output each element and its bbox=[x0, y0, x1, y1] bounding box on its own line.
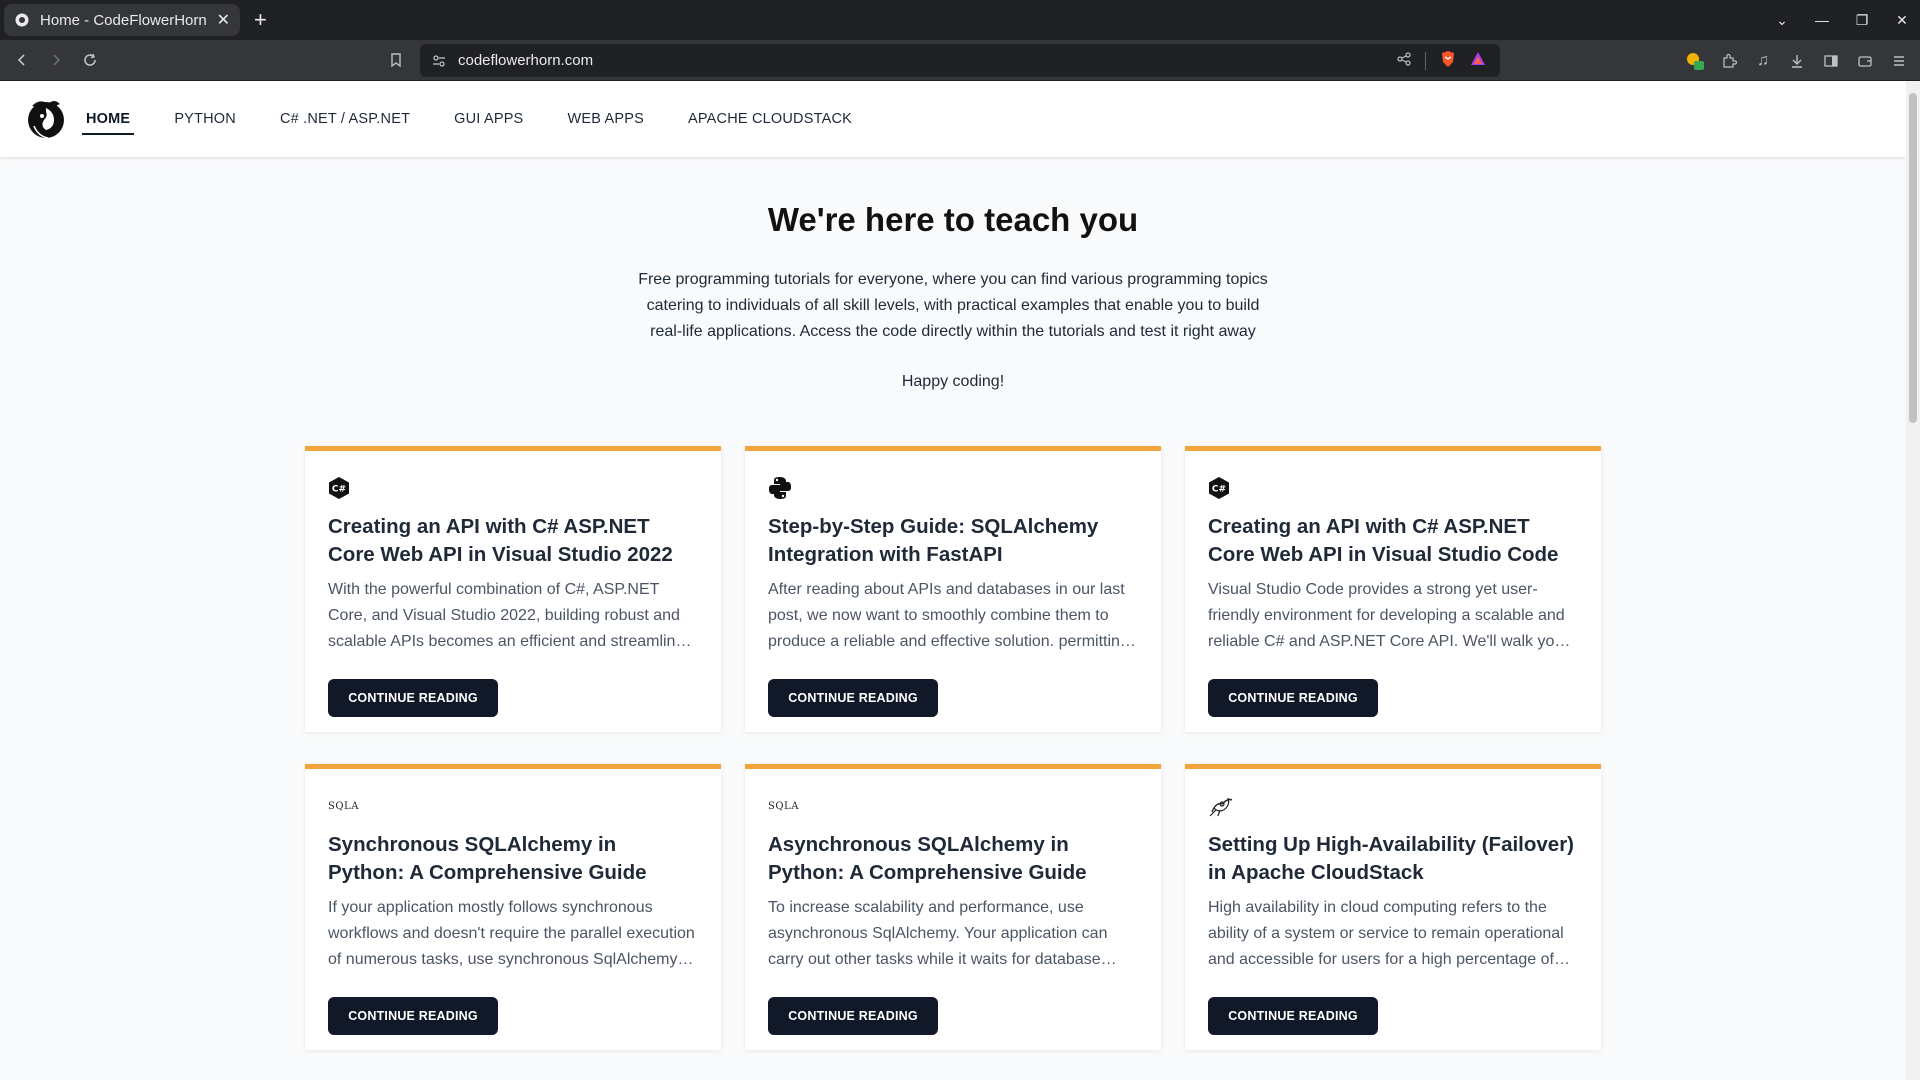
restore-icon[interactable]: ❐ bbox=[1854, 12, 1870, 29]
article-card: SQLA Asynchronous SQLAlchemy in Python: … bbox=[745, 764, 1161, 1050]
continue-reading-button[interactable]: CONTINUE READING bbox=[1208, 997, 1378, 1035]
article-title[interactable]: Creating an API with C# ASP.NET Core Web… bbox=[328, 513, 698, 569]
python-icon bbox=[768, 475, 794, 501]
csharp-icon: C# bbox=[1208, 475, 1234, 501]
extension-icons: ♫ bbox=[1686, 40, 1908, 81]
cloudstack-icon bbox=[1208, 793, 1234, 819]
page-title: We're here to teach you bbox=[767, 201, 1139, 238]
article-excerpt: With the powerful combination of C#, ASP… bbox=[328, 581, 692, 650]
share-icon[interactable] bbox=[1397, 51, 1411, 70]
extensions-puzzle-icon[interactable] bbox=[1720, 52, 1738, 70]
window-controls: ⌄ — ❐ ✕ bbox=[1774, 0, 1910, 40]
article-grid: C# Creating an API with C# ASP.NET Core … bbox=[305, 446, 1601, 1050]
tab-search-icon[interactable]: ⌄ bbox=[1774, 12, 1790, 29]
continue-reading-button[interactable]: CONTINUE READING bbox=[1208, 679, 1378, 717]
svg-text:C#: C# bbox=[1212, 485, 1226, 495]
nav-gui-apps[interactable]: GUI APPS bbox=[450, 103, 527, 135]
sqlalchemy-logo-text: SQLA bbox=[768, 800, 799, 812]
continue-reading-button[interactable]: CONTINUE READING bbox=[328, 997, 498, 1035]
reload-icon[interactable] bbox=[74, 44, 106, 76]
continue-reading-button[interactable]: CONTINUE READING bbox=[768, 679, 938, 717]
scrollbar-thumb[interactable] bbox=[1909, 93, 1917, 423]
extension-badge-icon[interactable] bbox=[1686, 52, 1704, 70]
hero-intro: Free programming tutorials for everyone,… bbox=[638, 271, 1268, 340]
article-title[interactable]: Synchronous SQLAlchemy in Python: A Comp… bbox=[328, 831, 698, 887]
menu-icon[interactable] bbox=[1890, 52, 1908, 70]
browser-toolbar: codeflowerhorn.com ♫ bbox=[0, 40, 1920, 81]
sqlalchemy-icon: SQLA bbox=[768, 793, 798, 819]
sqlalchemy-icon: SQLA bbox=[328, 793, 358, 819]
site-favicon-icon bbox=[14, 12, 30, 28]
browser-tab[interactable]: Home - CodeFlowerHorn ✕ bbox=[4, 4, 240, 36]
article-excerpt: To increase scalability and performance,… bbox=[768, 899, 1117, 968]
article-title[interactable]: Setting Up High-Availability (Failover) … bbox=[1208, 831, 1578, 887]
brave-rewards-icon[interactable] bbox=[1470, 51, 1486, 71]
sidebar-toggle-icon[interactable] bbox=[1822, 52, 1840, 70]
article-excerpt: After reading about APIs and databases i… bbox=[768, 581, 1136, 650]
article-excerpt: High availability in cloud computing ref… bbox=[1208, 899, 1570, 968]
nav-home[interactable]: HOME bbox=[82, 103, 135, 135]
new-tab-icon[interactable]: + bbox=[254, 9, 267, 31]
continue-reading-button[interactable]: CONTINUE READING bbox=[328, 679, 498, 717]
omnibox-divider bbox=[1425, 51, 1426, 70]
hero-tagline: Happy coding! bbox=[901, 373, 1005, 390]
media-controls-icon[interactable]: ♫ bbox=[1754, 52, 1772, 70]
article-title[interactable]: Asynchronous SQLAlchemy in Python: A Com… bbox=[768, 831, 1138, 887]
page-viewport: HOME PYTHON C# .NET / ASP.NET GUI APPS W… bbox=[0, 81, 1906, 1080]
article-card: C# Creating an API with C# ASP.NET Core … bbox=[1185, 446, 1601, 732]
minimize-icon[interactable]: — bbox=[1814, 12, 1830, 28]
article-card: SQLA Synchronous SQLAlchemy in Python: A… bbox=[305, 764, 721, 1050]
address-bar[interactable]: codeflowerhorn.com bbox=[420, 44, 1500, 77]
close-window-icon[interactable]: ✕ bbox=[1894, 12, 1910, 29]
back-icon[interactable] bbox=[6, 44, 38, 76]
brave-shields-icon[interactable] bbox=[1440, 50, 1456, 72]
sqlalchemy-logo-text: SQLA bbox=[328, 800, 359, 812]
article-excerpt: Visual Studio Code provides a strong yet… bbox=[1208, 581, 1571, 650]
tab-title: Home - CodeFlowerHorn bbox=[40, 11, 207, 29]
article-card: Step-by-Step Guide: SQLAlchemy Integrati… bbox=[745, 446, 1161, 732]
svg-text:C#: C# bbox=[332, 485, 346, 495]
page-scrollbar[interactable] bbox=[1906, 81, 1920, 1080]
site-logo[interactable] bbox=[24, 96, 68, 142]
article-title[interactable]: Step-by-Step Guide: SQLAlchemy Integrati… bbox=[768, 513, 1138, 569]
article-card: C# Creating an API with C# ASP.NET Core … bbox=[305, 446, 721, 732]
url-text[interactable]: codeflowerhorn.com bbox=[458, 52, 1397, 69]
article-card: Setting Up High-Availability (Failover) … bbox=[1185, 764, 1601, 1050]
nav-python[interactable]: PYTHON bbox=[170, 103, 240, 135]
downloads-icon[interactable] bbox=[1788, 52, 1806, 70]
browser-tabbar: Home - CodeFlowerHorn ✕ + ⌄ — ❐ ✕ bbox=[0, 0, 1920, 40]
hero-section: We're here to teach you Free programming… bbox=[0, 157, 1906, 391]
nav-apache-cloudstack[interactable]: APACHE CLOUDSTACK bbox=[684, 103, 856, 135]
site-navbar: HOME PYTHON C# .NET / ASP.NET GUI APPS W… bbox=[0, 81, 1906, 157]
wallet-icon[interactable] bbox=[1856, 52, 1874, 70]
forward-icon[interactable] bbox=[40, 44, 72, 76]
article-excerpt: If your application mostly follows synch… bbox=[328, 899, 695, 968]
tab-close-icon[interactable]: ✕ bbox=[217, 10, 230, 30]
site-settings-icon[interactable] bbox=[432, 54, 446, 68]
article-title[interactable]: Creating an API with C# ASP.NET Core Web… bbox=[1208, 513, 1578, 569]
nav-web-apps[interactable]: WEB APPS bbox=[563, 103, 648, 135]
continue-reading-button[interactable]: CONTINUE READING bbox=[768, 997, 938, 1035]
bookmark-icon[interactable] bbox=[380, 44, 412, 76]
nav-csharp[interactable]: C# .NET / ASP.NET bbox=[276, 103, 414, 135]
csharp-icon: C# bbox=[328, 475, 354, 501]
